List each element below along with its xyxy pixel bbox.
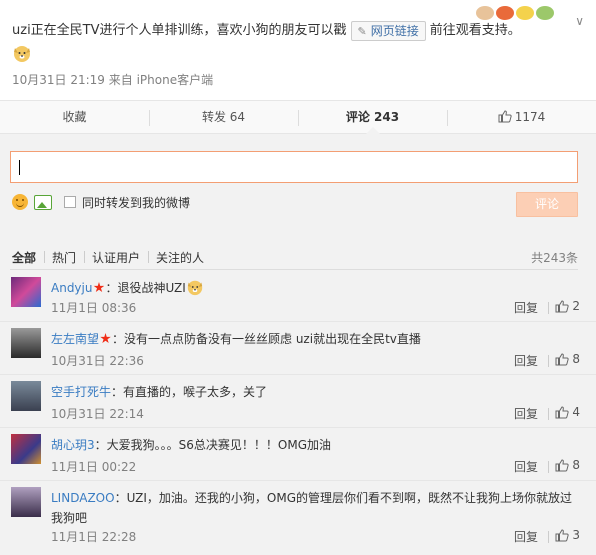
comment-like-button[interactable]: 4 [555,405,580,419]
comment-item: 左左南望 ：没有一点点防备没有一丝丝顾虑 uzi就出现在全民tv直播 10月31日… [0,322,596,375]
comment-like-button[interactable]: 2 [555,299,580,313]
comment-author[interactable]: LINDAZOO [51,491,115,505]
comment-like-button[interactable]: 3 [555,528,580,542]
divider [548,531,549,543]
like-button[interactable]: 1174 [447,101,596,133]
comment-like-count: 2 [572,299,580,313]
reply-button[interactable]: 回复 [514,299,538,316]
comment-filter-tabs: 全部 热门 认证用户 关注的人 共243条 [12,249,578,265]
comment-text: ：UZI，加油。还我的小狗，OMG的管理层你们看不到啊，既然不让我狗上场你就放过… [51,491,572,525]
tab-following[interactable]: 关注的人 [148,249,212,266]
divider [548,355,549,367]
comment-list: Andyju ：退役战神UZI 11月1日 08:36 回复 2 左左南望 ：没有一… [0,271,596,551]
like-count: 1174 [514,110,546,124]
doge-icon [187,280,203,296]
divider [548,302,549,314]
post-meta: 10月31日 21:19 来自 iPhone客户端 [12,73,214,87]
active-pointer [365,127,380,134]
comment-input[interactable] [10,151,578,183]
thumbs-up-icon [498,110,512,123]
web-link-button[interactable]: ✎ 网页链接 [350,20,426,41]
comment-like-button[interactable]: 8 [555,352,580,366]
comment-time: 11月1日 08:36 [51,301,137,315]
tab-hot[interactable]: 热门 [44,249,84,266]
web-link-label: 网页链接 [370,23,419,38]
avatar[interactable] [11,434,41,464]
comment-like-count: 4 [572,405,580,419]
link-icon: ✎ [357,24,367,38]
vip-star-icon [93,282,105,293]
comment-text: ：有直播的，喉子太多，关了 [111,385,268,399]
doge-emoji-icon [536,6,554,20]
tab-all[interactable]: 全部 [12,249,44,266]
comment-text: ：大爱我狗。。。S6总决赛见！！！OMG加油 [94,438,331,452]
comment-area: 同时转发到我的微博 评论 全部 热门 认证用户 关注的人 共243条 Andyj… [0,134,596,555]
comment-time: 11月1日 00:22 [51,460,137,474]
comment-author[interactable]: 左左南望 [51,332,99,346]
comment-item: 胡心玥3：大爱我狗。。。S6总决赛见！！！OMG加油 11月1日 00:22 回… [0,428,596,481]
comment-body: 胡心玥3：大爱我狗。。。S6总决赛见！！！OMG加油 [51,435,581,455]
favorite-button[interactable]: 收藏 [0,101,149,133]
image-icon[interactable] [34,194,52,210]
comment-total: 共243条 [531,250,578,265]
reply-button[interactable]: 回复 [514,405,538,422]
vip-star-icon [100,333,111,344]
reply-button[interactable]: 回复 [514,352,538,369]
comment-count-label: 评论 243 [345,110,400,124]
comment-item: Andyju ：退役战神UZI 11月1日 08:36 回复 2 [0,271,596,322]
emoji-strip [476,6,554,20]
smile-emoji-icon [516,6,534,20]
avatar[interactable] [11,487,41,517]
comment-button[interactable]: 评论 243 [298,101,447,134]
comment-body: Andyju ：退役战神UZI [51,278,581,298]
comment-author[interactable]: 空手打死牛 [51,385,111,399]
post-text: uzi正在全民TV进行个人单排训练，喜欢小狗的朋友可以戳 ✎ 网页链接 前往观看支持。 [12,20,572,64]
comment-body: LINDAZOO：UZI，加油。还我的小狗，OMG的管理层你们看不到啊，既然不让… [51,488,581,528]
comment-like-count: 8 [572,352,580,366]
divider [548,408,549,420]
tab-verified[interactable]: 认证用户 [84,249,148,266]
doge-icon [14,45,30,62]
avatar[interactable] [11,277,41,307]
thumbs-up-icon [555,299,570,312]
comment-text: ：退役战神UZI [105,281,186,295]
comment-like-count: 3 [572,528,580,542]
thumbs-up-icon [555,405,570,418]
comment-like-button[interactable]: 8 [555,458,580,472]
reply-button[interactable]: 回复 [514,528,538,545]
comment-text: ：没有一点点防备没有一丝丝顾虑 uzi就出现在全民tv直播 [112,332,421,346]
repost-checkbox-label: 同时转发到我的微博 [82,195,191,210]
post-text-after: 前往观看支持。 [429,23,521,38]
composer-toolbar: 同时转发到我的微博 [12,192,190,212]
comment-like-count: 8 [572,458,580,472]
bear-emoji-icon [476,6,494,20]
comment-body: 左左南望 ：没有一点点防备没有一丝丝顾虑 uzi就出现在全民tv直播 [51,329,581,349]
comment-author[interactable]: 胡心玥3 [51,438,95,452]
comment-body: 空手打死牛：有直播的，喉子太多，关了 [51,382,581,402]
text-cursor [19,160,20,175]
submit-comment-button[interactable]: 评论 [516,192,578,217]
comment-author[interactable]: Andyju [51,281,92,295]
avatar[interactable] [11,328,41,358]
comment-time: 10月31日 22:14 [51,407,144,421]
weibo-post: ∨ uzi正在全民TV进行个人单排训练，喜欢小狗的朋友可以戳 ✎ 网页链接 前往观看支… [0,0,596,100]
food-emoji-icon [496,6,514,20]
comment-item: LINDAZOO：UZI，加油。还我的小狗，OMG的管理层你们看不到啊，既然不让… [0,481,596,551]
repost-button[interactable]: 转发 64 [149,101,298,133]
thumbs-up-icon [555,352,570,365]
comment-item: 空手打死牛：有直播的，喉子太多，关了 10月31日 22:14 回复 4 [0,375,596,428]
post-menu-chevron-down-icon[interactable]: ∨ [575,14,584,28]
repost-checkbox[interactable] [64,196,76,208]
reply-button[interactable]: 回复 [514,458,538,475]
post-action-bar: 收藏 转发 64 评论 243 1174 [0,100,596,134]
emoticon-icon[interactable] [12,194,28,210]
thumbs-up-icon [555,528,570,541]
divider [548,461,549,473]
comment-time: 11月1日 22:28 [51,530,137,544]
thumbs-up-icon [555,458,570,471]
divider [10,269,578,270]
post-text-before: uzi正在全民TV进行个人单排训练，喜欢小狗的朋友可以戳 [12,23,347,38]
avatar[interactable] [11,381,41,411]
comment-time: 10月31日 22:36 [51,354,144,368]
